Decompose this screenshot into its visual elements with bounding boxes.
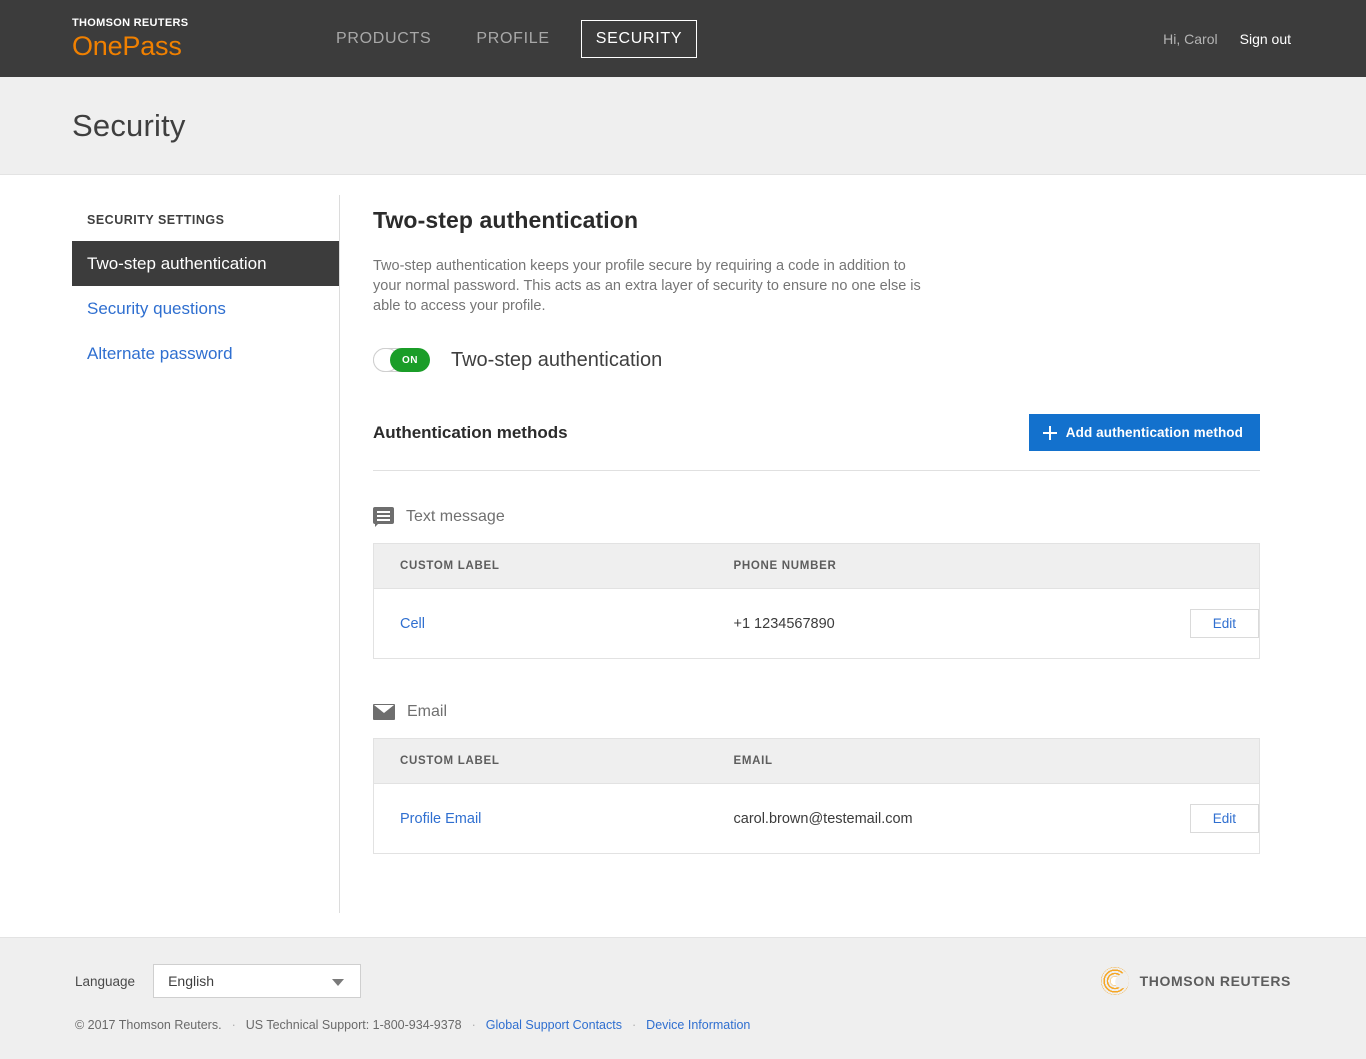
main-content: Two-step authentication Two-step authent… — [340, 175, 1335, 935]
logo-thomson-reuters-text: THOMSON REUTERS — [72, 17, 232, 30]
cell-phone-number: +1 1234567890 — [708, 589, 1120, 659]
sidebar-heading: SECURITY SETTINGS — [72, 213, 339, 241]
column-header-custom-label: CUSTOM LABEL — [374, 739, 708, 784]
thomson-reuters-wordmark: THOMSON REUTERS — [1140, 973, 1291, 989]
footer-legal-row: © 2017 Thomson Reuters. · US Technical S… — [75, 1018, 1291, 1032]
user-greeting: Hi, Carol — [1163, 31, 1217, 47]
authentication-methods-heading: Authentication methods — [373, 423, 568, 443]
column-header-actions — [1120, 739, 1260, 784]
email-section-title: Email — [373, 703, 1260, 721]
text-message-section: Text message CUSTOM LABEL PHONE NUMBER — [373, 507, 1260, 659]
copyright-text: © 2017 Thomson Reuters. — [75, 1018, 222, 1032]
sidebar-item-two-step-authentication[interactable]: Two-step authentication — [72, 241, 339, 286]
add-authentication-method-label: Add authentication method — [1066, 425, 1243, 440]
content-heading: Two-step authentication — [373, 207, 1260, 234]
language-label: Language — [75, 974, 135, 989]
sidebar-item-security-questions[interactable]: Security questions — [72, 286, 339, 331]
onepass-logo[interactable]: THOMSON REUTERS OnePass — [72, 17, 232, 61]
table-header-row: CUSTOM LABEL EMAIL — [374, 739, 1260, 784]
cell-custom-label: Cell — [374, 589, 708, 659]
edit-button-cell[interactable]: Edit — [1190, 609, 1259, 638]
plus-icon — [1043, 426, 1057, 440]
global-support-contacts-link[interactable]: Global Support Contacts — [486, 1018, 622, 1032]
footer-separator: · — [632, 1018, 636, 1032]
toggle-state-label: ON — [390, 348, 430, 372]
table-header-row: CUSTOM LABEL PHONE NUMBER — [374, 544, 1260, 589]
thomson-reuters-footer-logo: THOMSON REUTERS — [1101, 967, 1291, 995]
footer-separator: · — [232, 1018, 236, 1032]
two-step-authentication-toggle[interactable]: ON — [373, 348, 428, 372]
cell-actions: Edit — [1120, 589, 1260, 659]
table-row: Cell +1 1234567890 Edit — [374, 589, 1260, 659]
email-label: Email — [407, 703, 447, 721]
footer-top-row: Language English THOMSON REUTERS — [75, 964, 1291, 998]
page-footer: Language English THOMSON REUTERS © 2017 … — [0, 937, 1366, 1059]
sign-out-link[interactable]: Sign out — [1240, 31, 1291, 47]
column-header-phone-number: PHONE NUMBER — [708, 544, 1120, 589]
sms-icon — [373, 507, 394, 526]
page-title-band: Security — [0, 77, 1366, 175]
cell-actions: Edit — [1120, 784, 1260, 854]
footer-separator: · — [472, 1018, 476, 1032]
language-select[interactable]: English — [153, 964, 361, 998]
cell-email: carol.brown@testemail.com — [708, 784, 1120, 854]
logo-onepass-text: OnePass — [72, 31, 232, 61]
column-header-custom-label: CUSTOM LABEL — [374, 544, 708, 589]
thomson-reuters-mark-icon — [1101, 967, 1129, 995]
email-table: CUSTOM LABEL EMAIL Profile Email carol.b… — [373, 738, 1260, 854]
custom-label-link-cell[interactable]: Cell — [400, 616, 425, 632]
text-message-table: CUSTOM LABEL PHONE NUMBER Cell +1 123456… — [373, 543, 1260, 659]
primary-nav: PRODUCTS PROFILE SECURITY — [322, 20, 714, 58]
content-description: Two-step authentication keeps your profi… — [373, 256, 921, 316]
custom-label-link-profile-email[interactable]: Profile Email — [400, 811, 481, 827]
toggle-label: Two-step authentication — [451, 349, 662, 372]
security-settings-sidebar: SECURITY SETTINGS Two-step authenticatio… — [72, 175, 339, 935]
email-section: Email CUSTOM LABEL EMAIL Profile Ema — [373, 703, 1260, 854]
cell-custom-label: Profile Email — [374, 784, 708, 854]
nav-item-security[interactable]: SECURITY — [581, 20, 698, 58]
nav-item-products[interactable]: PRODUCTS — [322, 20, 445, 58]
top-navigation-bar: THOMSON REUTERS OnePass PRODUCTS PROFILE… — [0, 0, 1366, 77]
language-selected-value: English — [168, 973, 214, 989]
add-authentication-method-button[interactable]: Add authentication method — [1029, 414, 1260, 451]
text-message-section-title: Text message — [373, 507, 1260, 526]
sidebar-item-alternate-password[interactable]: Alternate password — [72, 331, 339, 376]
column-header-email: EMAIL — [708, 739, 1120, 784]
account-area: Hi, Carol Sign out — [1163, 31, 1291, 47]
edit-button-profile-email[interactable]: Edit — [1190, 804, 1259, 833]
nav-item-profile[interactable]: PROFILE — [462, 20, 563, 58]
page-title: Security — [72, 108, 186, 144]
table-row: Profile Email carol.brown@testemail.com … — [374, 784, 1260, 854]
page-body: SECURITY SETTINGS Two-step authenticatio… — [0, 175, 1366, 935]
device-information-link[interactable]: Device Information — [646, 1018, 750, 1032]
two-step-toggle-row: ON Two-step authentication — [373, 348, 1260, 372]
chevron-down-icon — [332, 979, 344, 986]
authentication-methods-header: Authentication methods Add authenticatio… — [373, 414, 1260, 471]
technical-support-text: US Technical Support: 1-800-934-9378 — [246, 1018, 462, 1032]
security-page: THOMSON REUTERS OnePass PRODUCTS PROFILE… — [0, 0, 1366, 1059]
column-header-actions — [1120, 544, 1260, 589]
text-message-label: Text message — [406, 508, 505, 526]
envelope-icon — [373, 704, 395, 720]
